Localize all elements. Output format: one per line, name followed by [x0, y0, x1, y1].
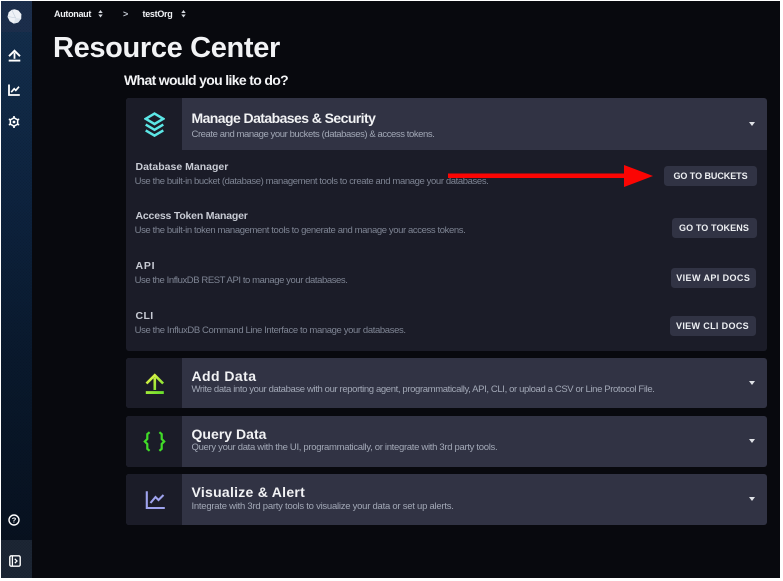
svg-text:?: ?: [12, 516, 17, 525]
